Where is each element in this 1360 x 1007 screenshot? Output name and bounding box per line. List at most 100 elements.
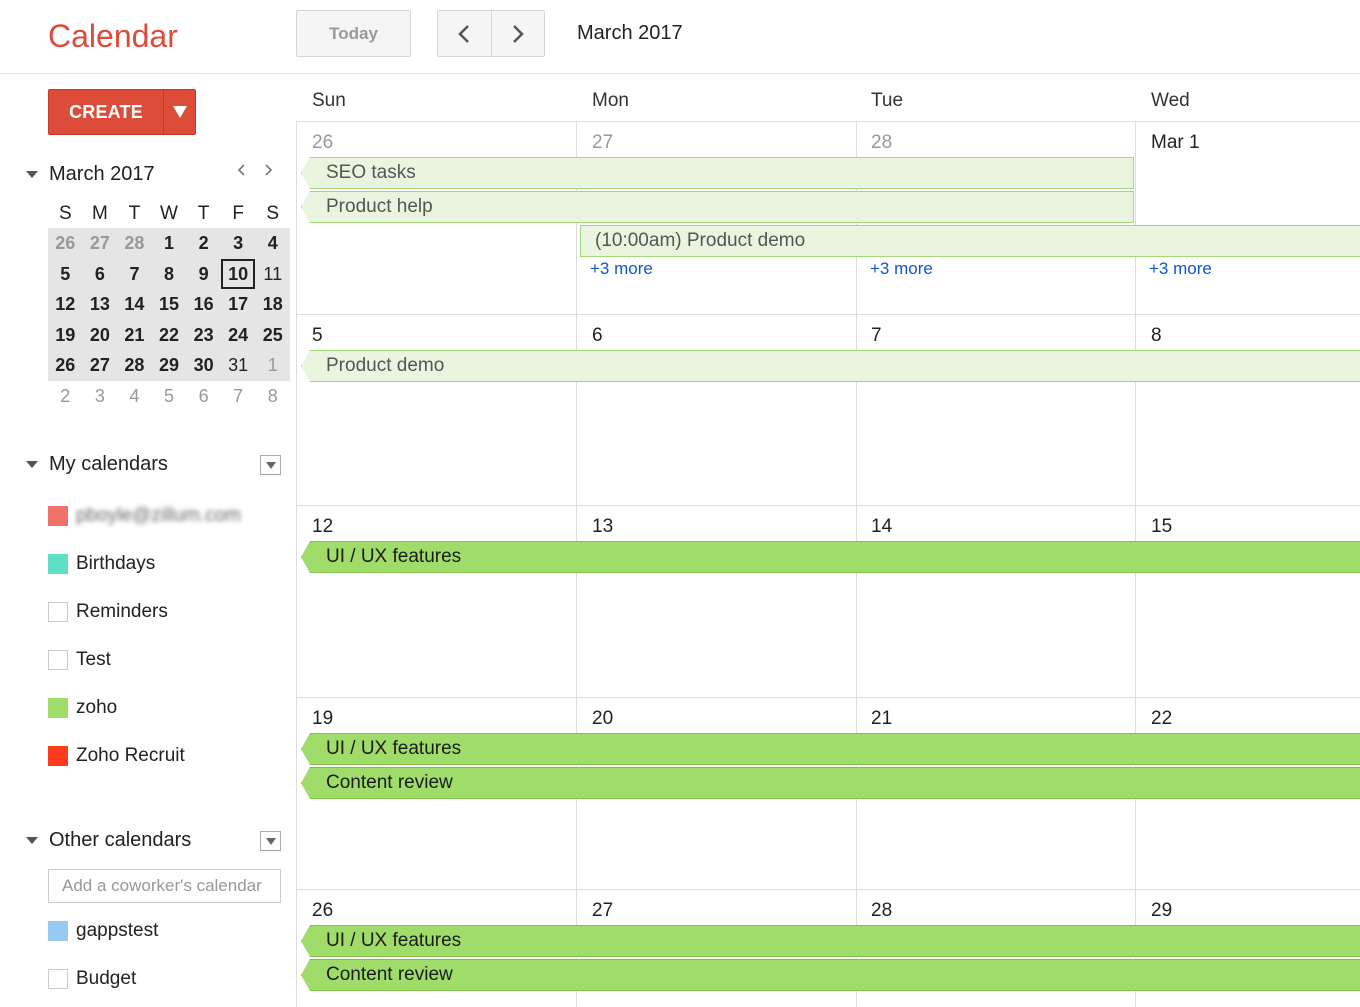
day-number[interactable]: Mar 1 <box>1151 132 1200 154</box>
mini-day-today[interactable]: 10 <box>221 258 256 290</box>
day-number[interactable]: 21 <box>871 708 892 730</box>
mini-day[interactable]: 21 <box>117 320 152 351</box>
day-number[interactable]: 20 <box>592 708 613 730</box>
day-number[interactable]: 26 <box>312 132 333 154</box>
calendar-checkbox[interactable] <box>48 602 68 622</box>
more-events-link[interactable]: +3 more <box>590 259 653 279</box>
mini-day[interactable]: 28 <box>117 228 152 259</box>
mini-day[interactable]: 7 <box>221 381 256 412</box>
mini-day[interactable]: 25 <box>255 320 290 351</box>
mini-day[interactable]: 6 <box>83 259 118 290</box>
day-number[interactable]: 14 <box>871 516 892 538</box>
more-events-link[interactable]: +3 more <box>1149 259 1212 279</box>
mini-day[interactable]: 27 <box>83 350 118 381</box>
mini-day[interactable]: 29 <box>152 350 187 381</box>
day-number[interactable]: 8 <box>1151 325 1162 347</box>
mini-day[interactable]: 27 <box>83 228 118 259</box>
event-content-review[interactable]: Content review <box>301 767 1360 799</box>
mini-day[interactable]: 8 <box>152 259 187 290</box>
mini-day[interactable]: 6 <box>186 381 221 412</box>
day-number[interactable]: 27 <box>592 900 613 922</box>
mini-day[interactable]: 11 <box>255 259 290 290</box>
calendar-item-reminders[interactable]: Reminders <box>48 588 241 636</box>
mini-day[interactable]: 26 <box>48 350 83 381</box>
other-calendars-header[interactable]: Other calendars <box>26 829 191 852</box>
add-coworker-input[interactable]: Add a coworker's calendar <box>48 869 281 903</box>
week-row[interactable]: 5 6 7 8 Product demo <box>296 315 1360 506</box>
mini-day[interactable]: 19 <box>48 320 83 351</box>
mini-day[interactable]: 5 <box>152 381 187 412</box>
day-number[interactable]: 26 <box>312 900 333 922</box>
day-number[interactable]: 29 <box>1151 900 1172 922</box>
mini-day[interactable]: 16 <box>186 289 221 320</box>
week-row[interactable]: 26 27 28 29 UI / UX features Content rev… <box>296 890 1360 1007</box>
calendar-item-test[interactable]: Test <box>48 636 241 684</box>
day-number[interactable]: 7 <box>871 325 882 347</box>
mini-day[interactable]: 8 <box>255 381 290 412</box>
event-product-help[interactable]: Product help <box>301 191 1134 223</box>
mini-day[interactable]: 18 <box>255 289 290 320</box>
event-product-demo[interactable]: Product demo <box>301 350 1360 382</box>
day-number[interactable]: 28 <box>871 900 892 922</box>
mini-day[interactable]: 12 <box>48 289 83 320</box>
prev-period-button[interactable] <box>438 11 491 56</box>
mini-prev-icon[interactable] <box>236 162 246 178</box>
calendar-item-birthdays[interactable]: Birthdays <box>48 540 241 588</box>
day-number[interactable]: 27 <box>592 132 613 154</box>
calendar-color-swatch[interactable] <box>48 554 68 574</box>
day-number[interactable]: 6 <box>592 325 603 347</box>
mini-day[interactable]: 3 <box>221 228 256 259</box>
mini-day[interactable]: 17 <box>221 289 256 320</box>
my-calendars-menu-button[interactable] <box>260 455 281 475</box>
day-number[interactable]: 13 <box>592 516 613 538</box>
mini-day[interactable]: 22 <box>152 320 187 351</box>
mini-day[interactable]: 5 <box>48 259 83 290</box>
calendar-item-account[interactable]: pboyle@zillum.com <box>48 492 241 540</box>
mini-day[interactable]: 24 <box>221 320 256 351</box>
day-number[interactable]: 19 <box>312 708 333 730</box>
calendar-item-gappstest[interactable]: gappstest <box>48 907 158 955</box>
calendar-checkbox[interactable] <box>48 969 68 989</box>
day-number[interactable]: 15 <box>1151 516 1172 538</box>
mini-day[interactable]: 15 <box>152 289 187 320</box>
calendar-item-budget[interactable]: Budget <box>48 955 158 1003</box>
mini-day[interactable]: 13 <box>83 289 118 320</box>
mini-day[interactable]: 20 <box>83 320 118 351</box>
calendar-color-swatch[interactable] <box>48 698 68 718</box>
week-row[interactable]: 19 20 21 22 UI / UX features Content rev… <box>296 698 1360 890</box>
event-ui-ux-features[interactable]: UI / UX features <box>301 733 1360 765</box>
calendar-color-swatch[interactable] <box>48 921 68 941</box>
event-ui-ux-features[interactable]: UI / UX features <box>301 925 1360 957</box>
more-events-link[interactable]: +3 more <box>870 259 933 279</box>
mini-calendar-header[interactable]: March 2017 <box>26 163 155 186</box>
create-button[interactable]: CREATE <box>49 90 163 134</box>
mini-next-icon[interactable] <box>264 162 274 178</box>
other-calendars-menu-button[interactable] <box>260 831 281 851</box>
calendar-item-zoho[interactable]: zoho <box>48 684 241 732</box>
mini-day[interactable]: 9 <box>186 259 221 290</box>
app-title[interactable]: Calendar <box>48 18 178 55</box>
event-ui-ux-features[interactable]: UI / UX features <box>301 541 1360 573</box>
day-number[interactable]: 5 <box>312 325 323 347</box>
mini-day[interactable]: 23 <box>186 320 221 351</box>
mini-day[interactable]: 7 <box>117 259 152 290</box>
my-calendars-header[interactable]: My calendars <box>26 453 168 476</box>
calendar-checkbox[interactable] <box>48 650 68 670</box>
create-dropdown-button[interactable] <box>163 90 195 134</box>
calendar-item-zoho-recruit[interactable]: Zoho Recruit <box>48 732 241 780</box>
mini-day[interactable]: 3 <box>83 381 118 412</box>
day-number[interactable]: 22 <box>1151 708 1172 730</box>
next-period-button[interactable] <box>490 11 544 56</box>
mini-day[interactable]: 28 <box>117 350 152 381</box>
mini-day[interactable]: 14 <box>117 289 152 320</box>
mini-day[interactable]: 2 <box>186 228 221 259</box>
mini-day[interactable]: 30 <box>186 350 221 381</box>
event-seo-tasks[interactable]: SEO tasks <box>301 157 1134 189</box>
mini-day[interactable]: 1 <box>152 228 187 259</box>
calendar-color-swatch[interactable] <box>48 746 68 766</box>
day-number[interactable]: 28 <box>871 132 892 154</box>
mini-day[interactable]: 1 <box>255 350 290 381</box>
day-number[interactable]: 12 <box>312 516 333 538</box>
calendar-color-swatch[interactable] <box>48 506 68 526</box>
mini-day[interactable]: 2 <box>48 381 83 412</box>
